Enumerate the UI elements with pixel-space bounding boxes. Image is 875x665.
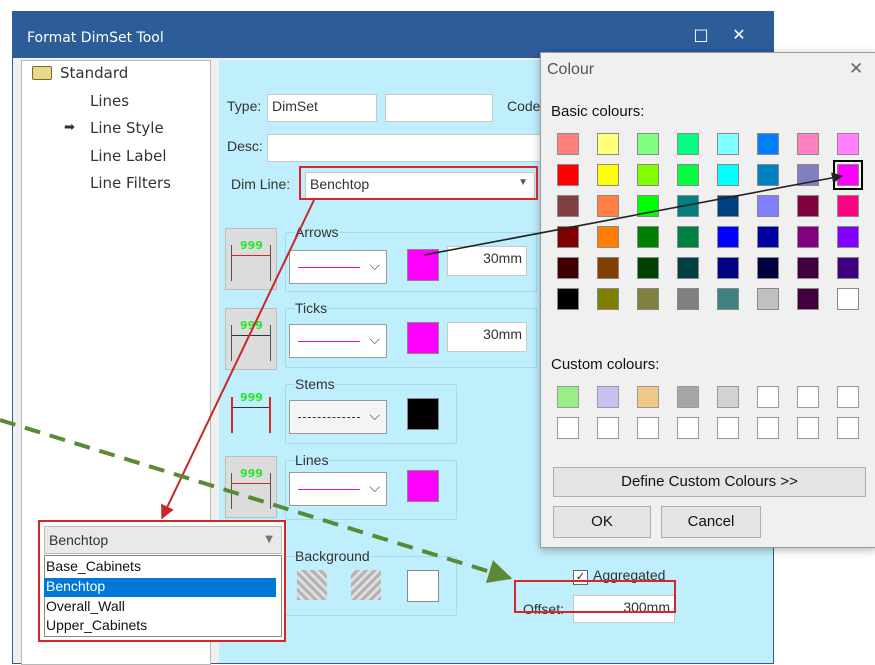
offset-pointer-arrow [0,418,513,584]
dimline-to-dropdown-arrow [161,199,315,520]
annotation-arrows [0,172,844,584]
swatch-to-colour-arrow [423,172,844,256]
